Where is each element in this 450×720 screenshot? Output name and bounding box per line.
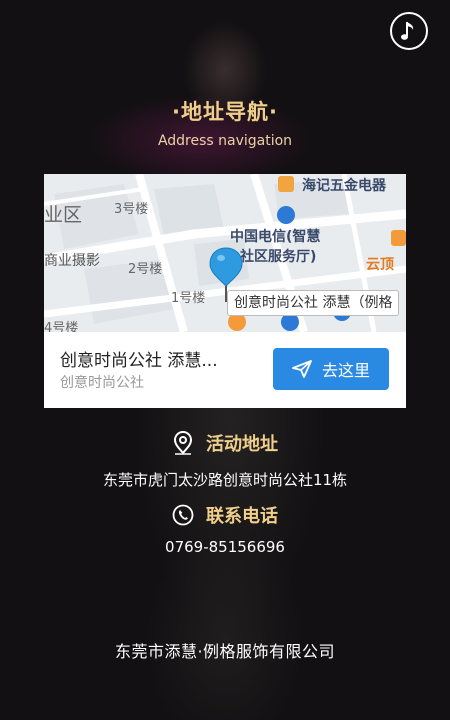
music-note-icon: [401, 22, 414, 40]
place-name: 创意时尚公社 添慧...: [60, 351, 218, 371]
address-heading: 活动地址: [0, 430, 450, 456]
location-marker-icon: [173, 430, 193, 455]
go-here-label: 去这里: [321, 361, 370, 380]
page-title: ·地址导航·: [172, 100, 278, 124]
map-label-telecom-1: 中国电信(智慧: [230, 229, 321, 245]
map-label-photo: 商业摄影: [44, 253, 100, 269]
phone-icon: [172, 504, 194, 526]
company-name: 东莞市添慧·例格服饰有限公司: [114, 642, 336, 661]
phone-heading-label: 联系电话: [206, 506, 278, 527]
page-subtitle: Address navigation: [157, 133, 293, 149]
map-label-building4: 4号楼: [44, 321, 79, 332]
map-label-building3: 3号楼: [114, 202, 149, 217]
go-here-button[interactable]: 去这里: [273, 348, 389, 390]
map-callout: 创意时尚公社 添慧（例格: [227, 290, 400, 316]
map-label-telecom-2: 社区服务厅): [240, 249, 317, 265]
map-label-hardware: 海记五金电器: [302, 178, 386, 194]
map-view[interactable]: 业区 3号楼 2号楼 1号楼 4号楼 商业摄影 海记五金电器 中国电信(智慧 社…: [44, 174, 406, 332]
place-info-bar: 创意时尚公社 添慧... 创意时尚公社 去这里: [44, 332, 406, 408]
map-label-yunding: 云顶: [366, 257, 394, 273]
phone-value[interactable]: 0769-85156696: [0, 538, 450, 556]
send-arrow-icon: [292, 360, 312, 378]
map-label-building2: 2号楼: [128, 262, 163, 277]
address-value: 东莞市虎门太沙路创意时尚公社11栋: [102, 471, 348, 489]
phone-heading: 联系电话: [0, 502, 450, 528]
address-heading-label: 活动地址: [206, 434, 278, 455]
map-card: 业区 3号楼 2号楼 1号楼 4号楼 商业摄影 海记五金电器 中国电信(智慧 社…: [44, 174, 406, 408]
map-label-district: 业区: [44, 204, 83, 226]
map-label-building1: 1号楼: [171, 291, 206, 306]
music-toggle-button[interactable]: [390, 12, 428, 50]
place-subtitle: 创意时尚公社: [60, 375, 144, 391]
